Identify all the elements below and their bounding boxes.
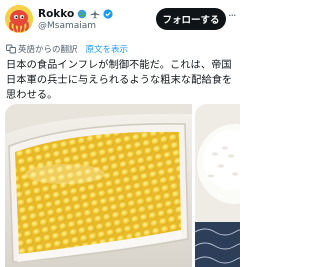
rice-photo[interactable] [195,104,240,267]
corn-rice-photo[interactable] [5,104,192,267]
translate-icon [6,44,16,54]
follow-button[interactable]: フォローする [156,8,226,30]
translated-from-label: 英語からの翻訳 [18,45,78,55]
post-text: 日本の食品インフレが制御不能だ。これは、帝国日本軍の兵士に与えられるような粗末な… [6,60,233,101]
translation-notice: 英語からの翻訳 原文を表示 [6,43,128,55]
author-name-row: Rokko [38,7,113,20]
show-original-link[interactable]: 原文を表示 [86,43,129,55]
corn-rice-image [5,104,192,267]
post-header: Rokko @Msamaiam フォローする ··· [0,0,240,40]
verified-badge-icon [103,8,113,19]
globe-icon [77,9,87,19]
post-media[interactable] [5,104,240,267]
author-handle[interactable]: @Msamaiam [38,21,96,31]
author-name[interactable]: Rokko [38,8,74,20]
white-rice-image [195,104,240,267]
author-avatar[interactable] [5,5,33,33]
more-icon[interactable]: ··· [228,9,236,22]
airplane-icon [90,9,100,19]
octopus-avatar-icon [5,5,33,33]
